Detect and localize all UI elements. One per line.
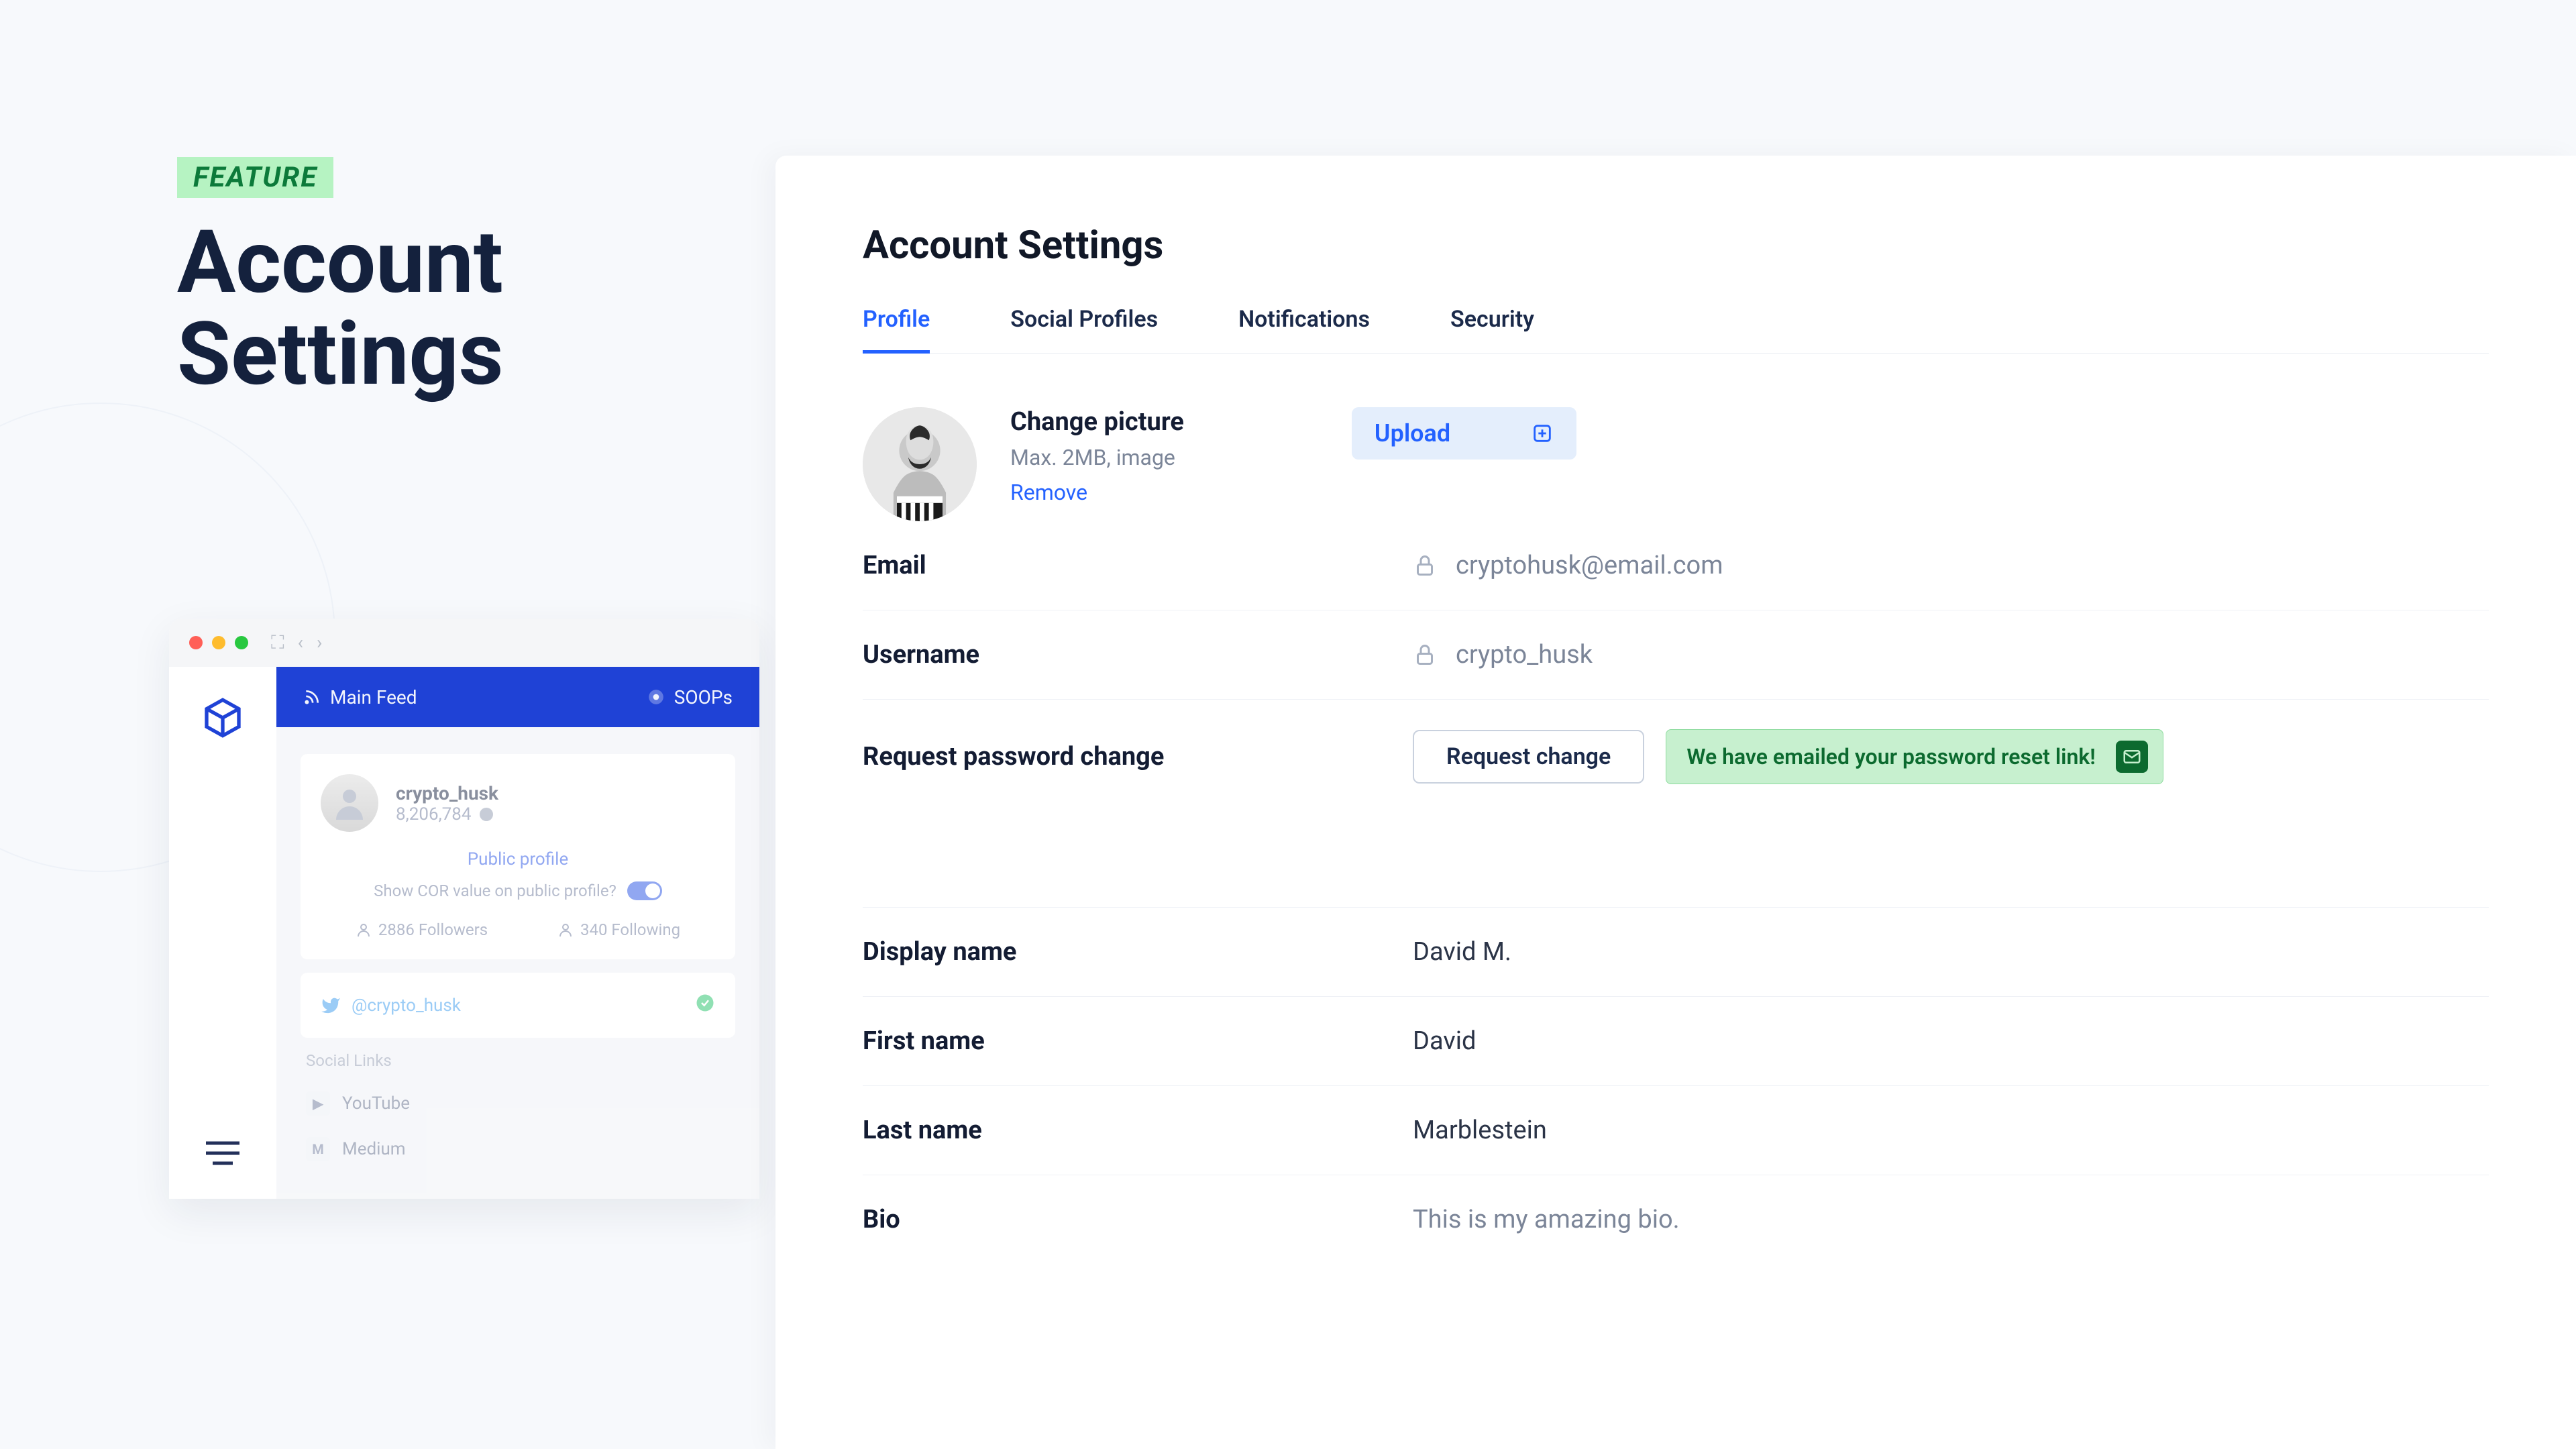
lock-icon bbox=[1413, 643, 1437, 667]
tab-social-profiles[interactable]: Social Profiles bbox=[1010, 306, 1158, 353]
tab-security[interactable]: Security bbox=[1450, 306, 1534, 353]
hamburger-icon[interactable] bbox=[203, 1140, 243, 1169]
preview-following[interactable]: 340 Following bbox=[557, 920, 680, 939]
password-reset-banner: We have emailed your password reset link… bbox=[1666, 729, 2163, 784]
display-name-value[interactable]: David M. bbox=[1413, 937, 1511, 967]
preview-sidebar bbox=[169, 667, 276, 1199]
traffic-light-close[interactable] bbox=[189, 636, 203, 649]
verified-icon bbox=[695, 993, 715, 1018]
preview-social-medium[interactable]: M Medium bbox=[301, 1126, 735, 1172]
page-title: Account Settings bbox=[863, 223, 2489, 268]
topnav-feed[interactable]: Main Feed bbox=[303, 686, 417, 708]
hero: FEATURE Account Settings bbox=[177, 157, 504, 400]
change-picture-hint: Max. 2MB, image bbox=[1010, 445, 1184, 470]
password-label: Request password change bbox=[863, 742, 1413, 771]
upload-icon bbox=[1531, 422, 1554, 445]
traffic-light-max[interactable] bbox=[235, 636, 248, 649]
app-logo-icon bbox=[201, 696, 244, 742]
preview-twitter-row[interactable]: @crypto_husk bbox=[321, 993, 715, 1018]
preview-social-header: Social Links bbox=[301, 1051, 735, 1081]
hero-title-line2: Settings bbox=[177, 309, 504, 400]
email-value: cryptohusk@email.com bbox=[1456, 551, 1723, 580]
preview-showcor-label: Show COR value on public profile? bbox=[374, 881, 616, 900]
email-label: Email bbox=[863, 551, 1413, 580]
remove-picture-link[interactable]: Remove bbox=[1010, 480, 1184, 505]
preview-public-profile-link[interactable]: Public profile bbox=[321, 849, 715, 869]
last-name-row: Last name Marblestein bbox=[863, 1086, 2489, 1175]
password-row: Request password change Request change W… bbox=[863, 700, 2489, 814]
upload-button-label: Upload bbox=[1375, 419, 1450, 447]
mail-icon bbox=[2116, 741, 2148, 773]
change-picture-heading: Change picture bbox=[1010, 407, 1184, 437]
display-name-label: Display name bbox=[863, 937, 1413, 967]
preview-titlebar: ⛶ ‹ › bbox=[169, 619, 759, 667]
settings-panel: Account Settings Profile Social Profiles… bbox=[775, 156, 2576, 1449]
bio-label: Bio bbox=[863, 1205, 1413, 1234]
request-change-button[interactable]: Request change bbox=[1413, 730, 1644, 784]
nav-forward-icon[interactable]: › bbox=[317, 631, 322, 654]
change-picture-row: Change picture Max. 2MB, image Remove Up… bbox=[863, 407, 2489, 521]
topnav-soops[interactable]: SOOPs bbox=[647, 686, 733, 708]
first-name-value[interactable]: David bbox=[1413, 1026, 1476, 1056]
profile-avatar bbox=[863, 407, 977, 521]
preview-followers[interactable]: 2886 Followers bbox=[356, 920, 488, 939]
preview-topnav: Main Feed SOOPs bbox=[276, 667, 759, 727]
username-row: Username crypto_husk bbox=[863, 610, 2489, 700]
preview-avatar bbox=[321, 774, 378, 832]
email-row: Email cryptohusk@email.com bbox=[863, 521, 2489, 610]
topnav-soops-label: SOOPs bbox=[674, 686, 733, 708]
first-name-row: First name David bbox=[863, 997, 2489, 1086]
tab-profile[interactable]: Profile bbox=[863, 306, 930, 354]
medium-icon: M bbox=[306, 1137, 330, 1161]
tab-notifications[interactable]: Notifications bbox=[1238, 306, 1370, 353]
expand-icon[interactable]: ⛶ bbox=[271, 631, 284, 654]
lock-icon bbox=[1413, 553, 1437, 578]
preview-cor: 8,206,784 bbox=[396, 804, 498, 824]
youtube-icon: ▶ bbox=[306, 1091, 330, 1116]
first-name-label: First name bbox=[863, 1026, 1413, 1056]
username-value: crypto_husk bbox=[1456, 640, 1593, 669]
last-name-value[interactable]: Marblestein bbox=[1413, 1116, 1547, 1145]
last-name-label: Last name bbox=[863, 1116, 1413, 1145]
preview-social-youtube[interactable]: ▶ YouTube bbox=[301, 1081, 735, 1126]
password-reset-banner-text: We have emailed your password reset link… bbox=[1686, 744, 2095, 769]
preview-showcor-toggle[interactable] bbox=[627, 881, 662, 900]
traffic-light-min[interactable] bbox=[212, 636, 225, 649]
hero-title: Account Settings bbox=[177, 217, 504, 400]
preview-username: crypto_husk bbox=[396, 782, 498, 804]
nav-back-icon[interactable]: ‹ bbox=[298, 631, 303, 654]
hero-title-line1: Account bbox=[177, 217, 504, 309]
upload-button[interactable]: Upload bbox=[1352, 407, 1576, 460]
bio-row: Bio This is my amazing bio. bbox=[863, 1175, 2489, 1264]
display-name-row: Display name David M. bbox=[863, 908, 2489, 997]
bio-value[interactable]: This is my amazing bio. bbox=[1413, 1205, 1680, 1234]
settings-tabs: Profile Social Profiles Notifications Se… bbox=[863, 306, 2489, 354]
feature-badge: FEATURE bbox=[177, 157, 333, 198]
topnav-feed-label: Main Feed bbox=[330, 686, 417, 708]
preview-window: ⛶ ‹ › Main Feed SOOPs bbox=[169, 619, 759, 1199]
username-label: Username bbox=[863, 640, 1413, 669]
